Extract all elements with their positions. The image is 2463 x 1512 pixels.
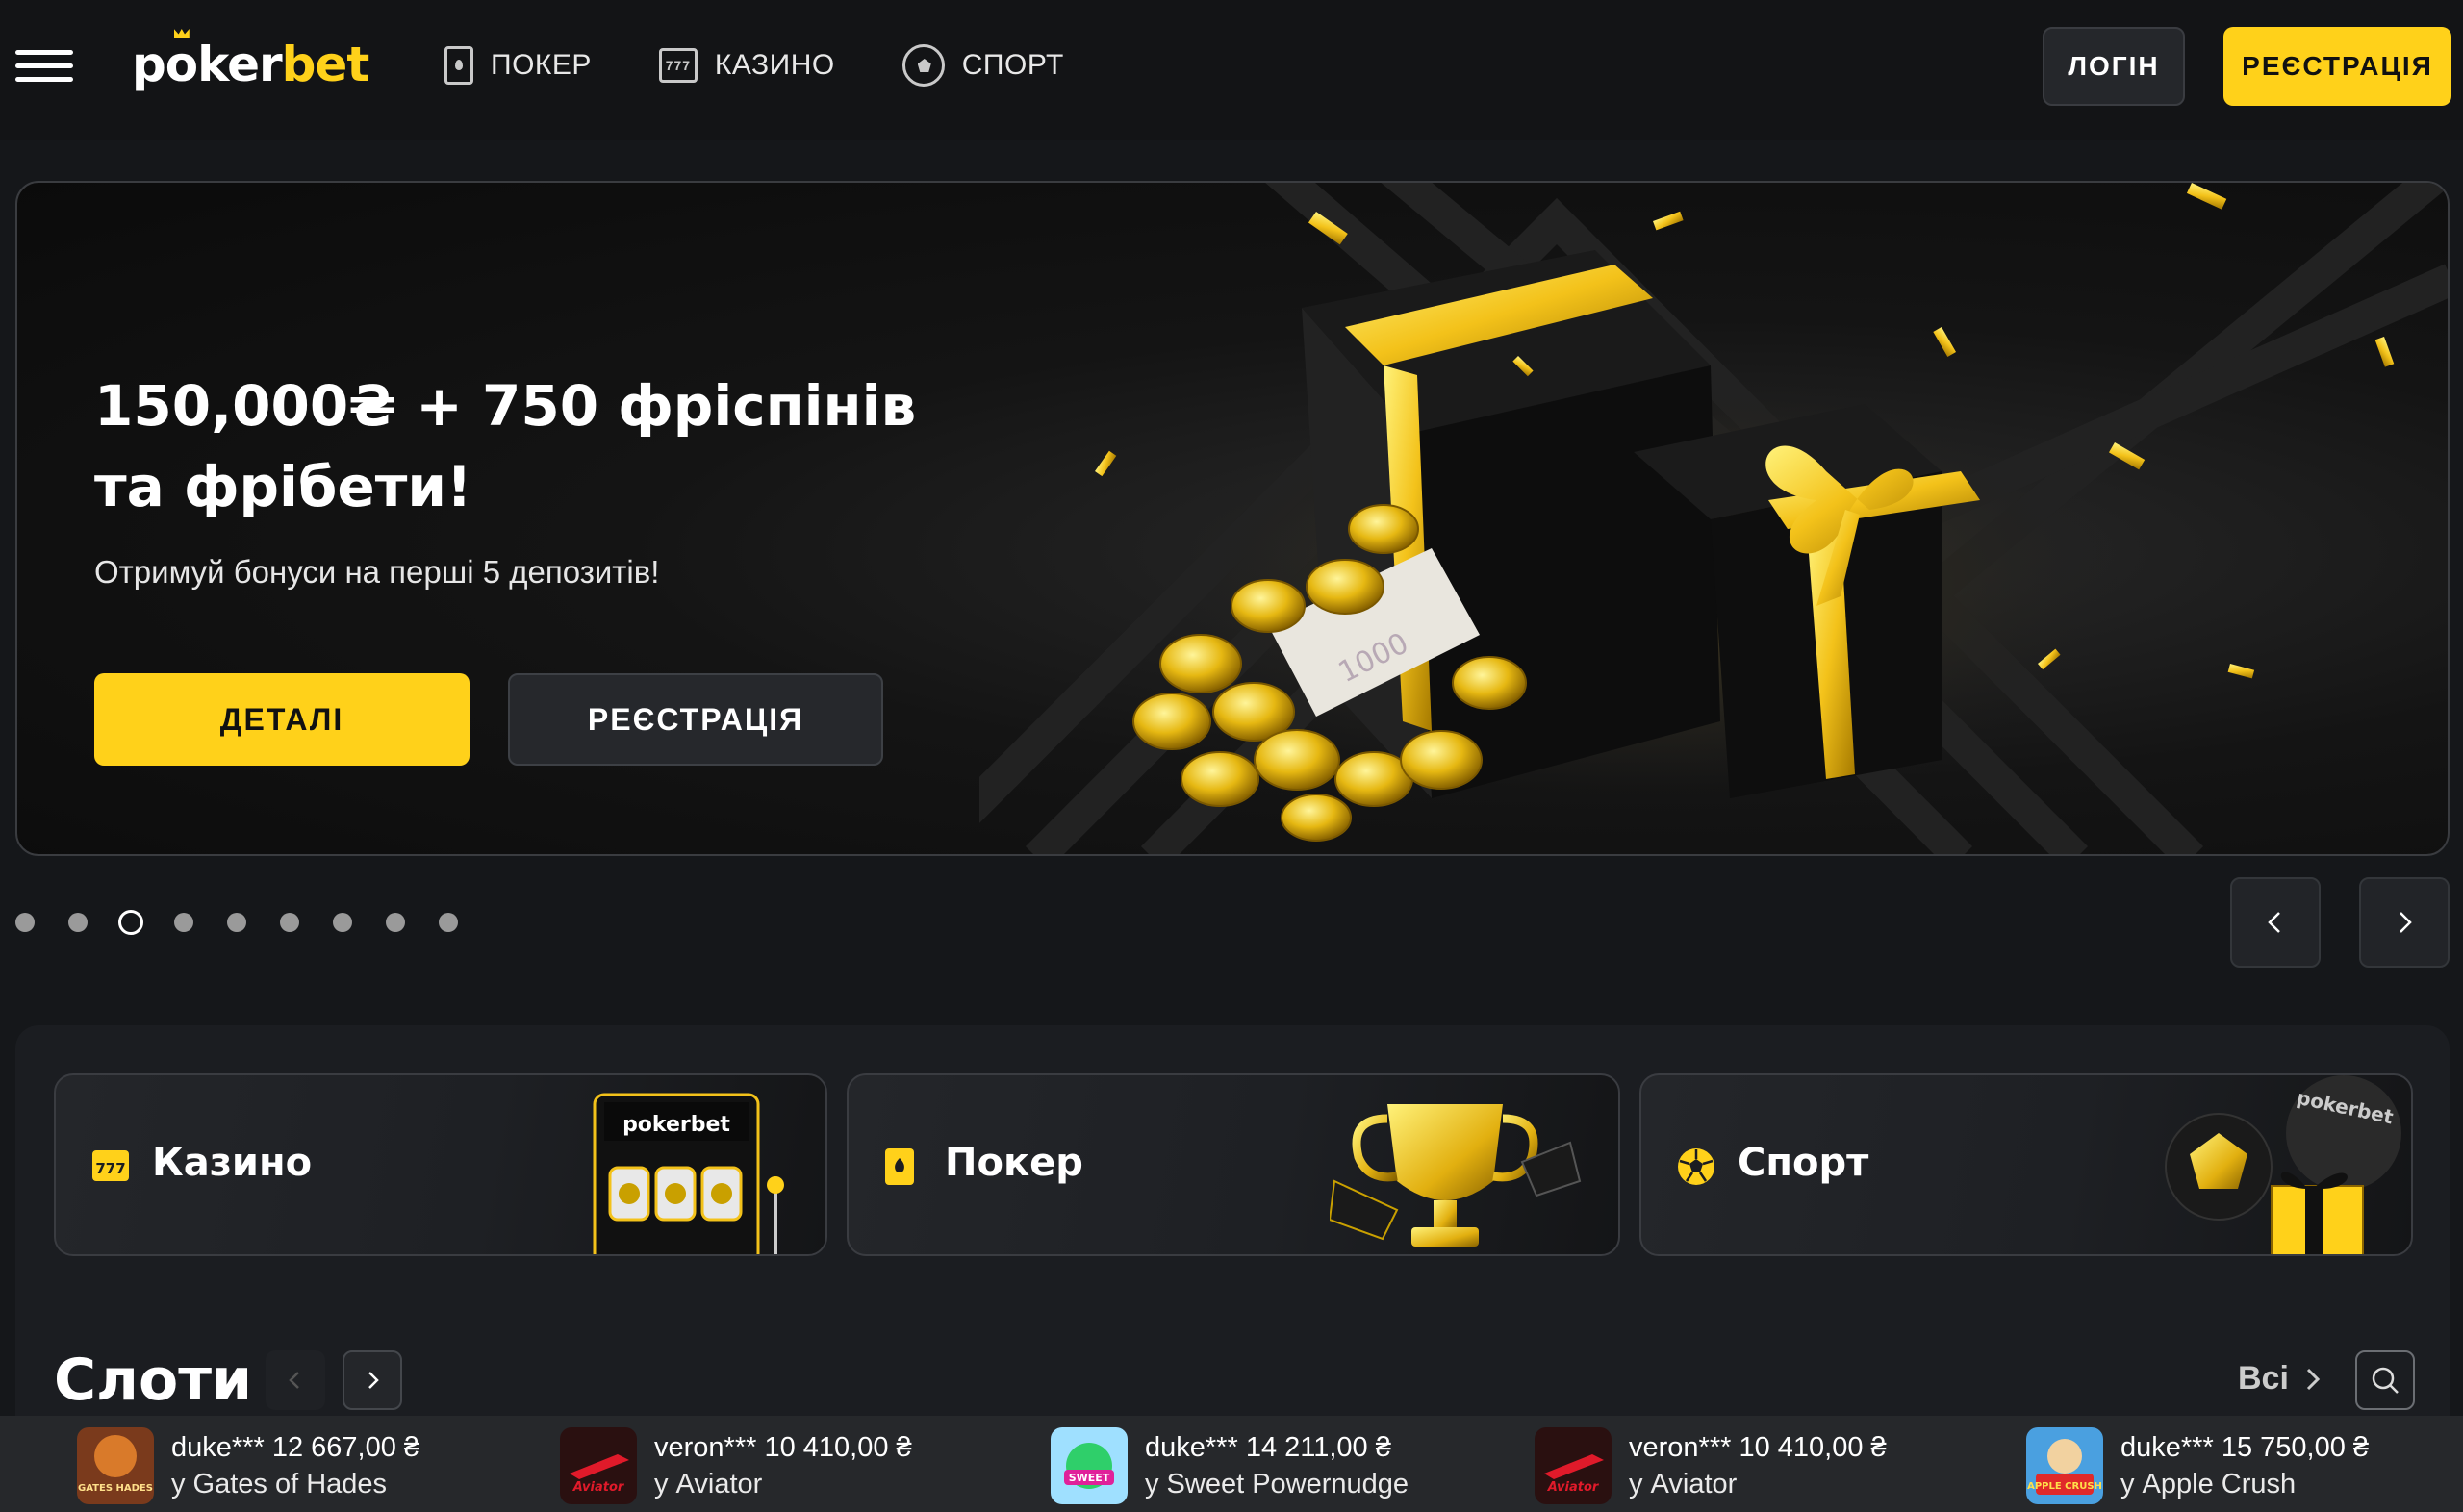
winner-game: у Aviator bbox=[1629, 1469, 1738, 1499]
winner-amount: 10 410,00 ₴ bbox=[764, 1432, 912, 1463]
thumb-text: GATES HADES bbox=[78, 1483, 153, 1494]
slots-section-title: Слоти bbox=[54, 1347, 253, 1414]
slots-prev-button[interactable] bbox=[266, 1350, 325, 1410]
carousel-dot[interactable] bbox=[439, 913, 458, 932]
winner-user: veron*** bbox=[654, 1432, 757, 1463]
winner-game: у Apple Crush bbox=[2120, 1469, 2297, 1499]
thumb-text: Aviator bbox=[572, 1480, 625, 1495]
winner-game: у Aviator bbox=[654, 1469, 763, 1499]
slot-machine-icon: 777 bbox=[92, 1150, 129, 1181]
svg-text:777: 777 bbox=[95, 1160, 125, 1177]
game-thumbnail: GATES HADES bbox=[77, 1427, 154, 1504]
winner-item[interactable]: Aviator veron*** 10 410,00 ₴ у Aviator bbox=[560, 1427, 912, 1504]
nav-casino-label: КАЗИНО bbox=[714, 49, 835, 81]
carousel-dot-active[interactable] bbox=[118, 910, 143, 935]
carousel-dot[interactable] bbox=[227, 913, 246, 932]
winner-item[interactable]: GATES HADES duke*** 12 667,00 ₴ у Gates … bbox=[77, 1427, 419, 1504]
logo-text-p: p bbox=[132, 37, 166, 92]
category-casino-label: Казино bbox=[152, 1141, 313, 1185]
game-thumbnail: Aviator bbox=[1535, 1427, 1612, 1504]
top-header: p o ker bet ПОКЕР 777 КАЗИНО СПОРТ ЛОГІН РЕ… bbox=[0, 0, 2463, 140]
nav-casino[interactable]: 777 КАЗИНО bbox=[658, 48, 835, 83]
winner-user: veron*** bbox=[1629, 1432, 1732, 1463]
winner-item[interactable]: SWEET duke*** 14 211,00 ₴ у Sweet Powern… bbox=[1051, 1427, 1409, 1504]
hero-register-button[interactable]: РЕЄСТРАЦІЯ bbox=[508, 673, 883, 766]
soccer-ball-icon bbox=[901, 44, 945, 87]
carousel-dots bbox=[15, 910, 492, 935]
carousel-dot[interactable] bbox=[174, 913, 193, 932]
details-button[interactable]: ДЕТАЛІ bbox=[94, 673, 470, 766]
winner-amount: 12 667,00 ₴ bbox=[271, 1432, 420, 1463]
game-thumbnail: Aviator bbox=[560, 1427, 637, 1504]
hero-subtitle: Отримуй бонуси на перші 5 депозитів! bbox=[94, 554, 660, 590]
slots-next-button[interactable] bbox=[343, 1350, 402, 1410]
nav-sport-label: СПОРТ bbox=[961, 49, 1064, 81]
logo-text-bet: bet bbox=[281, 37, 370, 92]
winner-user: duke*** bbox=[1145, 1432, 1238, 1463]
slots-search-button[interactable] bbox=[2355, 1350, 2415, 1410]
category-sport-label: Спорт bbox=[1738, 1141, 1869, 1185]
hero-gift-illustration: 1000 bbox=[979, 183, 2448, 854]
slot-logo-text: pokerbet bbox=[622, 1113, 730, 1137]
category-poker-card[interactable]: Покер bbox=[847, 1073, 1620, 1256]
chevron-left-icon bbox=[2268, 912, 2280, 933]
pokerbet-logo[interactable]: p o ker bet bbox=[132, 33, 370, 92]
carousel-prev-button[interactable] bbox=[2230, 877, 2321, 968]
logo-text-ker: ker bbox=[197, 37, 282, 92]
chevron-right-icon bbox=[2306, 1368, 2321, 1390]
hero-banner: 1000 150,000₴ + 750 фріспінів та фрібети… bbox=[15, 181, 2450, 856]
slot-machine-icon: 777 bbox=[658, 48, 698, 83]
poker-card-icon bbox=[444, 46, 473, 85]
carousel-dot[interactable] bbox=[280, 913, 299, 932]
carousel-next-button[interactable] bbox=[2359, 877, 2450, 968]
nav-sport[interactable]: СПОРТ bbox=[901, 44, 1064, 87]
carousel-dot[interactable] bbox=[68, 913, 88, 932]
soccer-ball-icon bbox=[1678, 1148, 1714, 1185]
poker-card-icon bbox=[885, 1148, 914, 1185]
logo-crown-o: o bbox=[165, 37, 198, 92]
sport-balls-illustration: pokerbet bbox=[2165, 1075, 2401, 1254]
main-nav: ПОКЕР 777 КАЗИНО СПОРТ bbox=[444, 38, 1131, 92]
register-button[interactable]: РЕЄСТРАЦІЯ bbox=[2223, 27, 2451, 106]
slots-all-label: Всі bbox=[2238, 1360, 2289, 1397]
menu-icon[interactable] bbox=[15, 50, 73, 83]
carousel-dot[interactable] bbox=[15, 913, 35, 932]
winner-game: у Gates of Hades bbox=[171, 1469, 388, 1499]
category-sport-card[interactable]: pokerbet Спорт bbox=[1639, 1073, 2413, 1256]
recent-winners-ticker: GATES HADES duke*** 12 667,00 ₴ у Gates … bbox=[0, 1416, 2463, 1512]
category-casino-card[interactable]: pokerbet 777 Казино bbox=[54, 1073, 827, 1256]
game-thumbnail: SWEET bbox=[1051, 1427, 1128, 1504]
thumb-text: SWEET bbox=[1069, 1472, 1110, 1484]
chevron-left-icon bbox=[289, 1372, 299, 1389]
login-button[interactable]: ЛОГІН bbox=[2043, 27, 2185, 106]
hero-title: 150,000₴ + 750 фріспінів та фрібети! bbox=[94, 373, 917, 519]
winner-user: duke*** bbox=[171, 1432, 265, 1463]
chevron-right-icon bbox=[368, 1372, 379, 1389]
category-poker-label: Покер bbox=[945, 1141, 1083, 1185]
slot-machine-illustration: pokerbet bbox=[593, 1093, 784, 1254]
winner-amount: 15 750,00 ₴ bbox=[2221, 1432, 2370, 1463]
game-thumbnail: APPLE CRUSH bbox=[2026, 1427, 2103, 1504]
nav-poker-label: ПОКЕР bbox=[491, 49, 592, 81]
winner-user: duke*** bbox=[2120, 1432, 2214, 1463]
search-icon bbox=[2372, 1367, 2399, 1394]
trophy-illustration bbox=[1330, 1104, 1582, 1247]
winner-game: у Sweet Powernudge bbox=[1145, 1469, 1409, 1499]
slots-all-link[interactable]: Всі bbox=[2238, 1360, 2323, 1398]
thumb-text: Aviator bbox=[1547, 1480, 1600, 1495]
winner-amount: 14 211,00 ₴ bbox=[1245, 1432, 1391, 1463]
winner-item[interactable]: APPLE CRUSH duke*** 15 750,00 ₴ у Apple … bbox=[2026, 1427, 2369, 1504]
winner-item[interactable]: Aviator veron*** 10 410,00 ₴ у Aviator bbox=[1535, 1427, 1887, 1504]
winner-amount: 10 410,00 ₴ bbox=[1739, 1432, 1887, 1463]
thumb-text: APPLE CRUSH bbox=[2027, 1481, 2102, 1492]
carousel-dot[interactable] bbox=[333, 913, 352, 932]
nav-poker[interactable]: ПОКЕР bbox=[444, 46, 592, 85]
chevron-right-icon bbox=[2400, 912, 2412, 933]
carousel-dot[interactable] bbox=[386, 913, 405, 932]
